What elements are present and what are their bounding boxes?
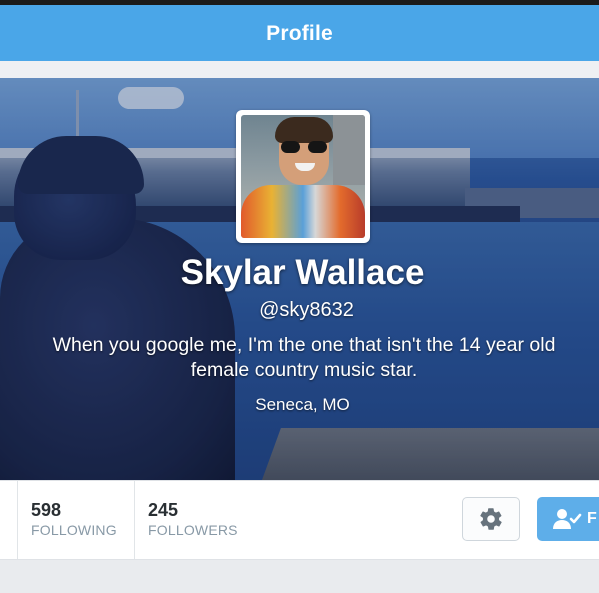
gear-icon — [480, 508, 502, 530]
avatar-hair — [275, 117, 333, 143]
profile-bio-line: female country music star. — [190, 359, 418, 381]
following-stat[interactable]: 598 FOLLOWING — [31, 481, 131, 559]
following-label: FOLLOWING — [31, 522, 117, 538]
followers-count: 245 — [148, 500, 179, 520]
settings-button[interactable] — [462, 497, 520, 541]
add-user-icon — [553, 509, 582, 529]
divider — [134, 481, 135, 559]
spacer — [0, 61, 599, 78]
profile-bio: When you google me, I'm the one that isn… — [20, 333, 588, 383]
followers-label: FOLLOWERS — [148, 522, 238, 538]
follow-button-label: F — [587, 510, 597, 527]
avatar-shirt — [241, 185, 365, 238]
profile-handle: @sky8632 — [259, 299, 354, 321]
profile-location: Seneca, MO — [255, 395, 350, 414]
avatar-sunglasses — [281, 141, 327, 153]
avatar-photo — [241, 115, 365, 238]
followers-stat[interactable]: 245 FOLLOWERS — [148, 481, 258, 559]
avatar-background — [333, 115, 365, 185]
profile-name: Skylar Wallace — [180, 253, 425, 292]
following-count: 598 — [31, 500, 62, 520]
follow-button[interactable]: F — [537, 497, 599, 541]
page-title: Profile — [266, 22, 333, 45]
avatar[interactable] — [236, 110, 370, 243]
nav-bar: Profile — [0, 5, 599, 61]
profile-bio-line: When you google me, I'm the one that isn… — [52, 334, 556, 356]
divider — [17, 481, 18, 559]
